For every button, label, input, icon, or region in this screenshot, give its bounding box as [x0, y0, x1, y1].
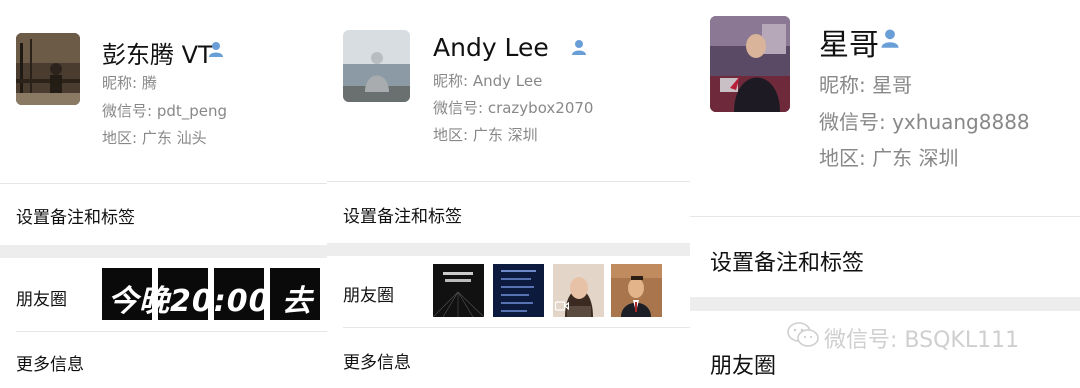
section-gap [0, 245, 327, 258]
moments-thumbnail-3[interactable] [553, 264, 604, 317]
moments-row[interactable]: 朋友圈 [710, 348, 776, 380]
contact-name: 星哥 [819, 28, 879, 63]
wechat-id-text: 微信号: crazybox2070 [433, 99, 594, 117]
divider [327, 181, 690, 182]
divider [16, 331, 327, 332]
moments-row[interactable]: 朋友圈 [343, 281, 394, 306]
wechat-id-text: 微信号: pdt_peng [102, 102, 228, 120]
nickname-text: 昵称: 星哥 [819, 73, 913, 97]
section-gap [327, 243, 690, 256]
thumb-image [433, 264, 484, 317]
more-info-row[interactable]: 更多信息 [16, 350, 84, 375]
wechat-logo-icon [787, 322, 819, 347]
profile-panel-2: Andy Lee 昵称: Andy Lee 微信号: crazybox2070 … [327, 0, 690, 388]
contact-name: 彭东腾 VT [102, 41, 213, 69]
region-text: 地区: 广东 深圳 [433, 126, 538, 144]
nickname-text: 昵称: Andy Lee [433, 72, 543, 90]
moments-thumbnail-2[interactable] [493, 264, 544, 317]
contact-name: Andy Lee [433, 33, 549, 62]
moments-thumbnail-strip[interactable]: 今晚20:00 去 [102, 268, 320, 320]
divider [343, 327, 690, 328]
person-icon [572, 40, 586, 55]
person-icon [209, 42, 223, 57]
avatar-image [343, 30, 410, 102]
person-icon [881, 29, 899, 48]
divider [0, 183, 327, 184]
divider [690, 216, 1080, 217]
thumb-image [493, 264, 544, 317]
video-camera-icon [555, 301, 569, 311]
avatar[interactable] [343, 30, 410, 102]
region-text: 地区: 广东 深圳 [819, 146, 959, 170]
set-remark-row[interactable]: 设置备注和标签 [16, 203, 135, 228]
profile-panel-1: 彭东腾 VT 昵称: 腾 微信号: pdt_peng 地区: 广东 汕头 设置备… [0, 0, 327, 388]
wechat-id-text: 微信号: yxhuang8888 [819, 110, 1030, 134]
thumb-separator [208, 268, 214, 320]
nickname-text: 昵称: 腾 [102, 74, 157, 92]
avatar[interactable] [710, 16, 790, 112]
watermark-text: 微信号: BSQKL111 [824, 328, 1020, 353]
section-gap [690, 297, 1080, 311]
region-text: 地区: 广东 汕头 [102, 129, 207, 147]
thumb-image [611, 264, 662, 317]
thumb-separator [264, 268, 270, 320]
thumb-separator [152, 268, 158, 320]
moments-row[interactable]: 朋友圈 [16, 285, 67, 310]
set-remark-row[interactable]: 设置备注和标签 [343, 202, 462, 227]
moments-thumbnail-4[interactable] [611, 264, 662, 317]
set-remark-row[interactable]: 设置备注和标签 [710, 245, 864, 277]
avatar-image [16, 33, 80, 105]
avatar[interactable] [16, 33, 80, 105]
moments-thumbnail-1[interactable] [433, 264, 484, 317]
more-info-row[interactable]: 更多信息 [343, 348, 411, 373]
avatar-image [710, 16, 790, 112]
